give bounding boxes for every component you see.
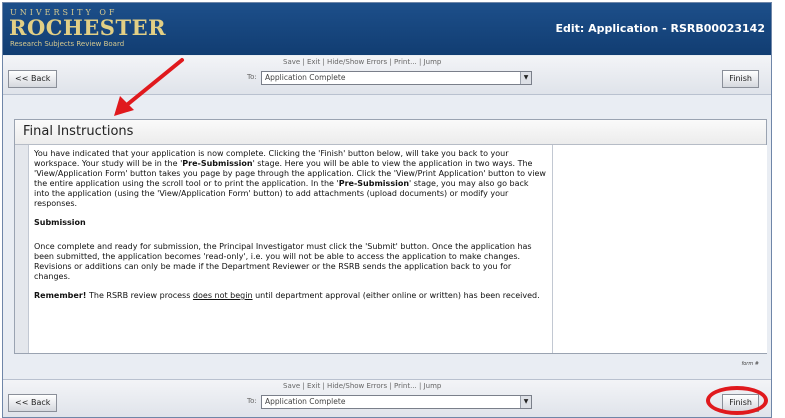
red-circle-annotation: [706, 386, 768, 415]
red-arrow-annotation-icon: [114, 58, 184, 116]
